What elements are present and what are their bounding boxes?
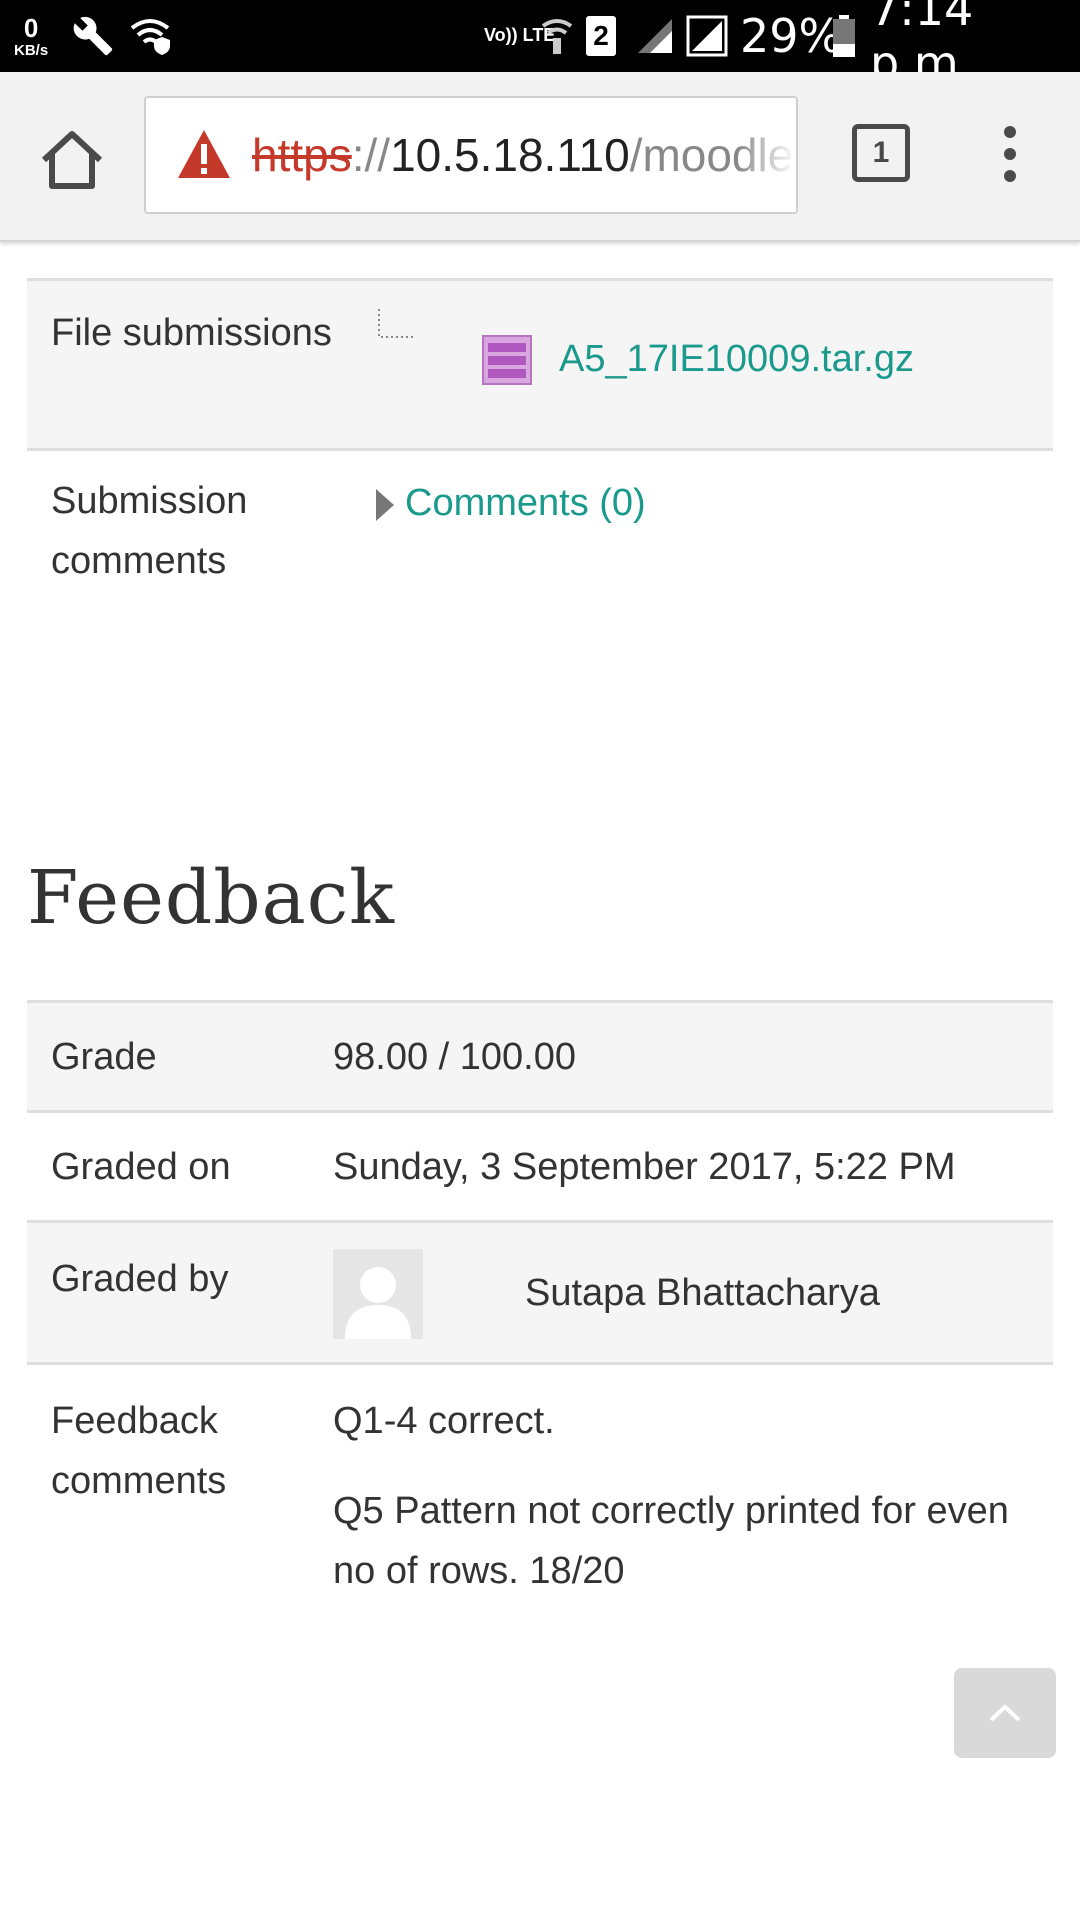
submission-comments-label: Submission comments <box>51 480 248 582</box>
signal-icon <box>636 0 674 72</box>
wifi-shield-icon <box>128 0 172 72</box>
file-submissions-row: File submissions A5_17IE10009.tar.gz <box>27 278 1053 450</box>
battery-percent: 29% <box>740 9 843 63</box>
grade-value: 98.00 / 100.00 <box>333 1036 576 1078</box>
page-content: File submissions A5_17IE10009.tar.gz Sub… <box>0 240 1080 1920</box>
comments-link[interactable]: Comments (0) <box>405 473 646 533</box>
wifi-calling-icon <box>540 0 574 72</box>
network-speed: 0 KB/s <box>14 0 48 72</box>
sim-slot-indicator: 2 <box>586 0 616 72</box>
submission-comments-row: Submission comments Comments (0) <box>27 448 1053 618</box>
status-bar: 0 KB/s Vo)) LTE 2 29% 7:14 p.m. <box>0 0 1080 90</box>
file-submissions-label: File submissions <box>51 312 332 354</box>
wrench-icon <box>72 0 114 72</box>
grader-avatar <box>333 1249 423 1339</box>
feedback-comment-line-1: Q1-4 correct. <box>333 1400 555 1442</box>
feedback-heading: Feedback <box>27 855 396 941</box>
address-bar[interactable]: https://10.5.18.110/moodle/mod/assign/vi… <box>144 96 798 214</box>
home-button[interactable] <box>36 124 108 196</box>
battery-icon <box>832 0 856 72</box>
submitted-file-link[interactable]: A5_17IE10009.tar.gz <box>559 329 914 389</box>
signal-2-icon <box>686 0 728 72</box>
tree-branch-icon <box>378 309 415 338</box>
url-scheme: https <box>252 129 352 181</box>
grade-row: Grade 98.00 / 100.00 <box>27 1000 1053 1112</box>
graded-on-label: Graded on <box>51 1146 231 1188</box>
home-icon <box>41 131 103 189</box>
expand-triangle-icon[interactable] <box>372 487 396 523</box>
grader-name: Sutapa Bhattacharya <box>525 1272 880 1314</box>
graded-by-label: Graded by <box>51 1258 229 1300</box>
tab-switcher-button[interactable]: 1 <box>852 124 910 182</box>
network-speed-unit: KB/s <box>14 41 49 59</box>
scroll-to-top-button[interactable] <box>954 1668 1056 1758</box>
url-fade <box>736 98 796 212</box>
feedback-comment-line-2: Q5 Pattern not correctly printed for eve… <box>333 1490 1009 1592</box>
overflow-menu-icon[interactable] <box>994 126 1026 190</box>
graded-on-value: Sunday, 3 September 2017, 5:22 PM <box>333 1146 956 1188</box>
graded-by-row: Graded by Sutapa Bhattacharya <box>27 1220 1053 1364</box>
feedback-comments-row: Feedback comments Q1-4 correct. Q5 Patte… <box>27 1362 1053 1592</box>
network-speed-value: 0 <box>23 12 39 43</box>
url-separator: :// <box>351 129 391 181</box>
graded-on-row: Graded on Sunday, 3 September 2017, 5:22… <box>27 1110 1053 1222</box>
url-host: 10.5.18.110 <box>390 129 630 181</box>
url-text[interactable]: https://10.5.18.110/moodle/mod/assign/vi… <box>252 98 796 212</box>
archive-file-icon <box>482 335 532 385</box>
feedback-comments-label: Feedback comments <box>51 1400 227 1502</box>
grade-label: Grade <box>51 1036 157 1078</box>
not-secure-warning-icon[interactable] <box>176 128 232 180</box>
sim-slot-number: 2 <box>586 16 616 56</box>
browser-toolbar: https://10.5.18.110/moodle/mod/assign/vi… <box>0 72 1080 242</box>
chevron-up-icon <box>989 1704 1021 1722</box>
default-user-icon <box>345 1267 411 1339</box>
clock: 7:14 p.m. <box>870 0 974 90</box>
